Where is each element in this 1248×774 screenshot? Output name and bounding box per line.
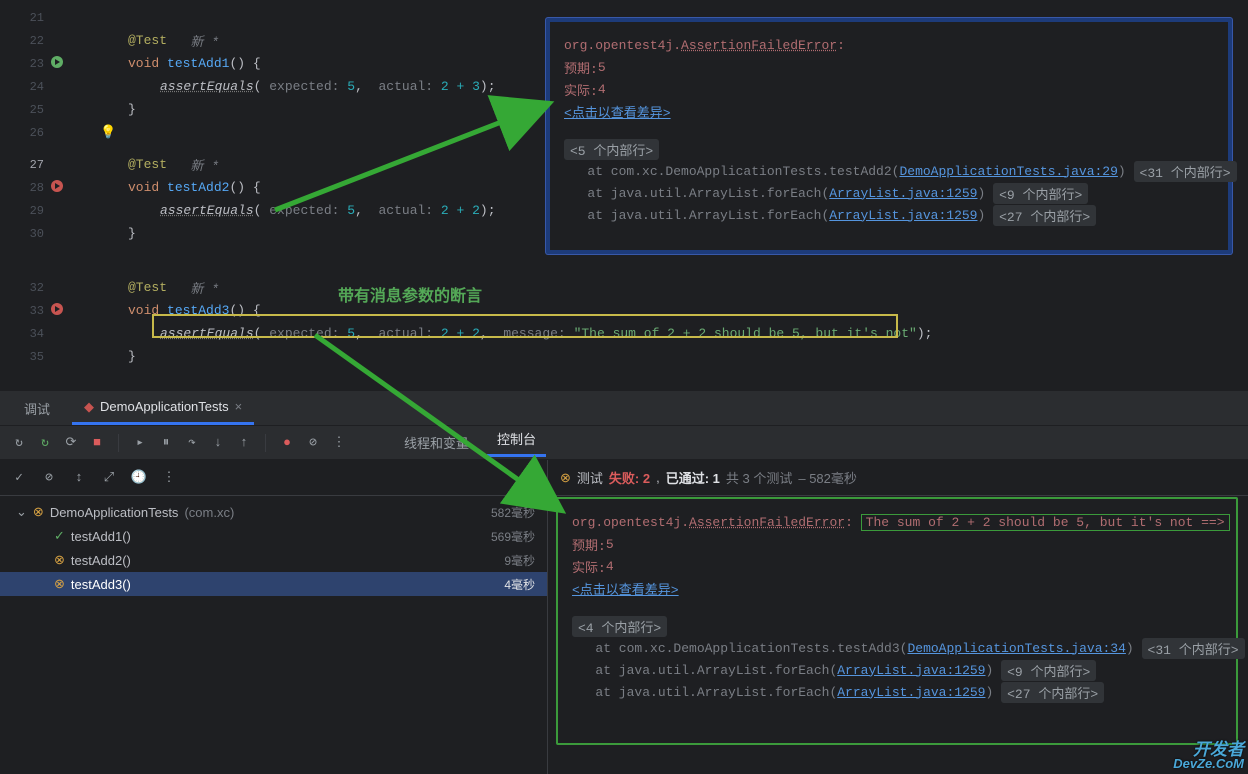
run-gutter-icon[interactable] [50, 55, 72, 73]
subtab-threads[interactable]: 线程和变量 [394, 433, 479, 452]
tab-debug[interactable]: 调试 [12, 391, 62, 425]
show-passed-icon[interactable]: ✓ [10, 469, 28, 487]
annotation-label: 带有消息参数的断言 [338, 282, 482, 306]
watermark: 开发者 DevZe.CoM [1173, 742, 1244, 770]
tab-demo-tests[interactable]: ◆ DemoApplicationTests × [72, 391, 254, 425]
tree-root[interactable]: ⌄ ⊗ DemoApplicationTests (com.xc) 582毫秒 [0, 500, 547, 524]
close-icon[interactable]: × [235, 399, 243, 414]
stop-icon[interactable]: ■ [88, 434, 106, 452]
stack-collapse-badge[interactable]: <5 个内部行> [564, 139, 659, 160]
stack-link[interactable]: DemoApplicationTests.java:29 [899, 164, 1117, 179]
tree-item-testadd2[interactable]: ⊗testAdd2() 9毫秒 [0, 548, 547, 572]
tree-item-testadd1[interactable]: ✓testAdd1() 569毫秒 [0, 524, 547, 548]
expand-icon[interactable]: ⤢ [100, 469, 118, 487]
more-icon[interactable]: ⋮ [330, 434, 348, 452]
lightbulb-icon[interactable]: 💡 [100, 125, 116, 140]
view-breakpoints-icon[interactable]: ● [278, 434, 296, 452]
rerun-icon[interactable]: ↻ [10, 434, 28, 452]
debug-toolbar: ↻ ↻ ⟳ ■ ▸ ⏸ ↷ ↓ ↑ ● ⊘ ⋮ 线程和变量 控制台 [0, 426, 1248, 460]
annotation: @Test [128, 33, 167, 48]
more-filter-icon[interactable]: ⋮ [160, 469, 178, 487]
fail-icon: ⊗ [54, 552, 65, 568]
sort-icon[interactable]: ↕ [70, 469, 88, 487]
tree-item-testadd3[interactable]: ⊗testAdd3() 4毫秒 [0, 572, 547, 596]
resume-icon[interactable]: ▸ [131, 434, 149, 452]
step-into-icon[interactable]: ↓ [209, 434, 227, 452]
mute-breakpoints-icon[interactable]: ⊘ [304, 434, 322, 452]
fail-icon: ⊗ [54, 576, 65, 592]
chevron-down-icon: ⌄ [16, 504, 27, 520]
toggle-auto-icon[interactable]: ⟳ [62, 434, 80, 452]
run-gutter-fail-icon[interactable] [50, 302, 72, 320]
error-overlay-bottom: org.opentest4j.AssertionFailedError: The… [556, 497, 1238, 745]
pause-icon[interactable]: ⏸ [157, 434, 175, 452]
warn-icon: ⊗ [560, 470, 571, 486]
subtab-console[interactable]: 控制台 [487, 429, 546, 457]
bottom-panel-tabs: 调试 ◆ DemoApplicationTests × [0, 390, 1248, 426]
step-out-icon[interactable]: ↑ [235, 434, 253, 452]
step-over-icon[interactable]: ↷ [183, 434, 201, 452]
line-number: 21 [0, 11, 50, 25]
test-tree-panel: ✓ ⊘ ↕ ⤢ 🕘 ⋮ ⌄ ⊗ DemoApplicationTests (co… [0, 460, 548, 774]
test-status-bar: ⊗ 测试 失败: 2, 已通过: 1 共 3 个测试 – 582毫秒 [548, 460, 1248, 496]
test-tab-icon: ◆ [84, 399, 94, 415]
error-overlay-top: org.opentest4j.AssertionFailedError: 预期:… [546, 18, 1232, 254]
show-ignored-icon[interactable]: ⊘ [40, 469, 58, 487]
check-icon: ✓ [54, 528, 65, 544]
highlight-box [152, 314, 898, 338]
rerun-failed-icon[interactable]: ↻ [36, 434, 54, 452]
run-gutter-fail-icon[interactable] [50, 179, 72, 197]
diff-link[interactable]: <点击以查看差异> [572, 579, 679, 598]
history-icon[interactable]: 🕘 [130, 469, 148, 487]
warn-icon: ⊗ [33, 504, 44, 520]
diff-link[interactable]: <点击以查看差异> [564, 102, 671, 121]
